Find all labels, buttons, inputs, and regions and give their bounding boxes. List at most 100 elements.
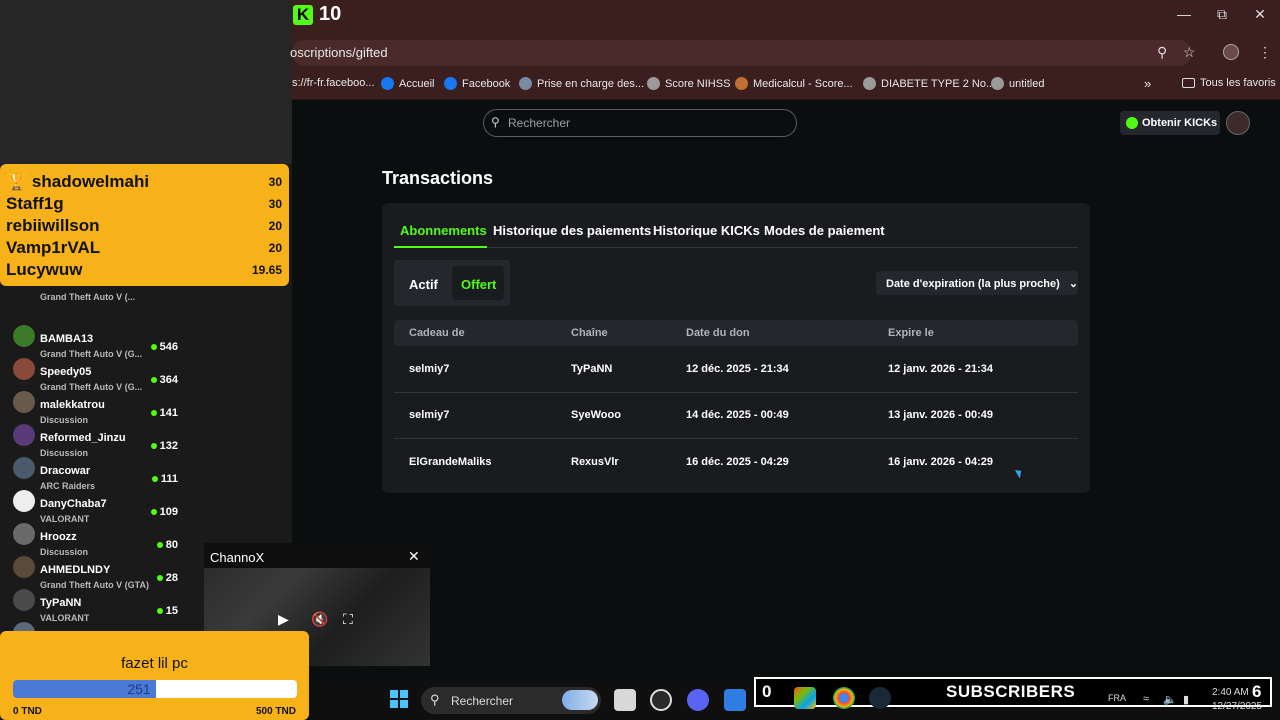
task-view-icon[interactable]	[614, 689, 636, 711]
row3-channel[interactable]: RexusVlr	[571, 456, 619, 468]
bookmark-item[interactable]: Facebook	[444, 77, 510, 90]
clock-time[interactable]: 2:40 AM	[1212, 687, 1249, 698]
streamer-avatar[interactable]	[13, 556, 35, 578]
zoom-icon[interactable]: ⚲	[1157, 44, 1167, 61]
sort-label: Date d'expiration (la plus proche)	[886, 278, 1060, 290]
viewer-count: 111	[138, 473, 178, 485]
row2-channel[interactable]: SyeWooo	[571, 409, 621, 421]
wifi-icon[interactable]: ≈	[1143, 693, 1149, 705]
tab-payment-methods[interactable]: Modes de paiement	[764, 223, 885, 238]
tab-subscriptions[interactable]: Abonnements	[400, 223, 487, 238]
tab-payment-history[interactable]: Historique des paiements	[493, 223, 651, 238]
address-input[interactable]	[292, 40, 1192, 66]
language-indicator[interactable]: FRA	[1108, 693, 1126, 703]
minimize-icon[interactable]: —	[1174, 6, 1194, 22]
row2-expires: 13 janv. 2026 - 00:49	[888, 409, 993, 421]
bookmark-favicon-icon	[991, 77, 1004, 90]
star-icon[interactable]: ☆	[1183, 44, 1196, 61]
row1-date: 12 déc. 2025 - 21:34	[686, 363, 789, 375]
more-menu-icon[interactable]: ⋮	[1258, 44, 1272, 61]
streamer-name[interactable]: TyPaNN	[40, 597, 81, 609]
play-icon[interactable]: ▶	[278, 611, 289, 628]
address-url[interactable]: oscriptions/gifted	[290, 45, 388, 60]
viewer-count: 132	[138, 440, 178, 452]
bookmark-item[interactable]: Score NIHSS	[647, 77, 730, 90]
battery-icon[interactable]: ▮	[1183, 693, 1189, 706]
leader-name: shadowelmahi	[31, 172, 150, 191]
fullscreen-icon[interactable]: ⛶	[343, 611, 353, 628]
bookmark-item[interactable]: Medicalcul - Score...	[735, 77, 853, 90]
maximize-icon[interactable]: ⧉	[1212, 6, 1232, 23]
bookmark-item[interactable]: untitled	[991, 77, 1044, 90]
live-dot-icon	[156, 542, 163, 549]
goal-title: fazet lil pc	[121, 655, 188, 672]
streamer-category: VALORANT	[40, 613, 90, 623]
clock-date[interactable]: 12/27/2025	[1212, 701, 1262, 712]
tabs-divider	[394, 247, 1078, 248]
streamer-name[interactable]: BAMBA13	[40, 333, 93, 345]
live-dot-icon	[156, 575, 163, 582]
volume-icon[interactable]: 🔈	[1163, 693, 1177, 706]
streamer-avatar[interactable]	[13, 391, 35, 413]
user-avatar[interactable]	[1226, 111, 1250, 135]
viewer-count: 364	[138, 374, 178, 386]
copilot-icon[interactable]	[794, 687, 816, 709]
kick-logo-icon: K	[293, 5, 313, 25]
discord-icon[interactable]	[687, 689, 709, 711]
bookmark-favicon-icon	[735, 77, 748, 90]
bookmark-item[interactable]: Accueil	[381, 77, 434, 90]
mute-icon[interactable]: 🔇	[311, 611, 328, 628]
start-button[interactable]	[390, 690, 408, 708]
all-favorites[interactable]: Tous les favoris	[1182, 77, 1276, 89]
app-icon[interactable]	[724, 689, 746, 711]
close-icon[interactable]: ✕	[408, 548, 420, 565]
get-kicks-button[interactable]: Obtenir KICKs	[1120, 111, 1220, 135]
streamer-name[interactable]: AHMEDLNDY	[40, 564, 110, 576]
bookmark-item[interactable]: Prise en charge des...	[519, 77, 644, 90]
streamer-name[interactable]: Speedy05	[40, 366, 91, 378]
tab-kicks-history[interactable]: Historique KICKs	[653, 223, 760, 238]
viewer-count: 546	[138, 341, 178, 353]
streamer-category: Grand Theft Auto V (G...	[40, 382, 143, 392]
bookmark-label: s://fr-fr.faceboo...	[292, 77, 375, 89]
sort-dropdown[interactable]: Date d'expiration (la plus proche) ⌄	[876, 271, 1078, 295]
subscribers-label: SUBSCRIBERS	[946, 682, 1076, 701]
app-icon[interactable]	[650, 689, 672, 711]
overlay-top-area	[0, 0, 292, 164]
profile-avatar[interactable]	[1223, 44, 1239, 60]
streamer-name[interactable]: DanyChaba7	[40, 498, 107, 510]
streamer-name[interactable]: Hroozz	[40, 531, 77, 543]
streamer-avatar[interactable]	[13, 490, 35, 512]
streamer-avatar[interactable]	[13, 325, 35, 347]
segment-active[interactable]: Actif	[409, 277, 438, 292]
streamer-category: Grand Theft Auto V (GTA)	[40, 580, 149, 590]
chrome-icon[interactable]	[833, 687, 855, 709]
weather-widget-icon[interactable]	[562, 690, 598, 710]
viewer-count-value: 15	[165, 605, 178, 617]
bookmark-item[interactable]: s://fr-fr.faceboo...	[292, 77, 375, 89]
row3-expires: 16 janv. 2026 - 04:29	[888, 456, 993, 468]
bookmark-favicon-icon	[381, 77, 394, 90]
streamer-avatar[interactable]	[13, 589, 35, 611]
streamer-avatar[interactable]	[13, 358, 35, 380]
streamer-category: Grand Theft Auto V (...	[40, 292, 136, 302]
streamer-name[interactable]: Reformed_Jinzu	[40, 432, 126, 444]
bookmarks-more-icon[interactable]: »	[1144, 76, 1151, 91]
steam-icon[interactable]	[869, 687, 891, 709]
streamer-avatar[interactable]	[13, 424, 35, 446]
col-channel: Chaîne	[571, 327, 608, 339]
leader-name: Vamp1rVAL	[6, 238, 101, 257]
segment-gifted[interactable]: Offert	[461, 277, 496, 292]
streamer-name[interactable]: malekkatrou	[40, 399, 105, 411]
bookmark-item[interactable]: DIABETE TYPE 2 No...	[863, 77, 995, 90]
col-gifted-by: Cadeau de	[409, 327, 465, 339]
leader-name: Staff1g	[6, 194, 64, 213]
row1-channel[interactable]: TyPaNN	[571, 363, 612, 375]
close-window-icon[interactable]: ✕	[1250, 6, 1270, 23]
leader-value: 30	[268, 175, 282, 189]
streamer-name[interactable]: Dracowar	[40, 465, 90, 477]
live-dot-icon	[151, 476, 158, 483]
streamer-avatar[interactable]	[13, 457, 35, 479]
live-dot-icon	[150, 410, 157, 417]
streamer-avatar[interactable]	[13, 523, 35, 545]
